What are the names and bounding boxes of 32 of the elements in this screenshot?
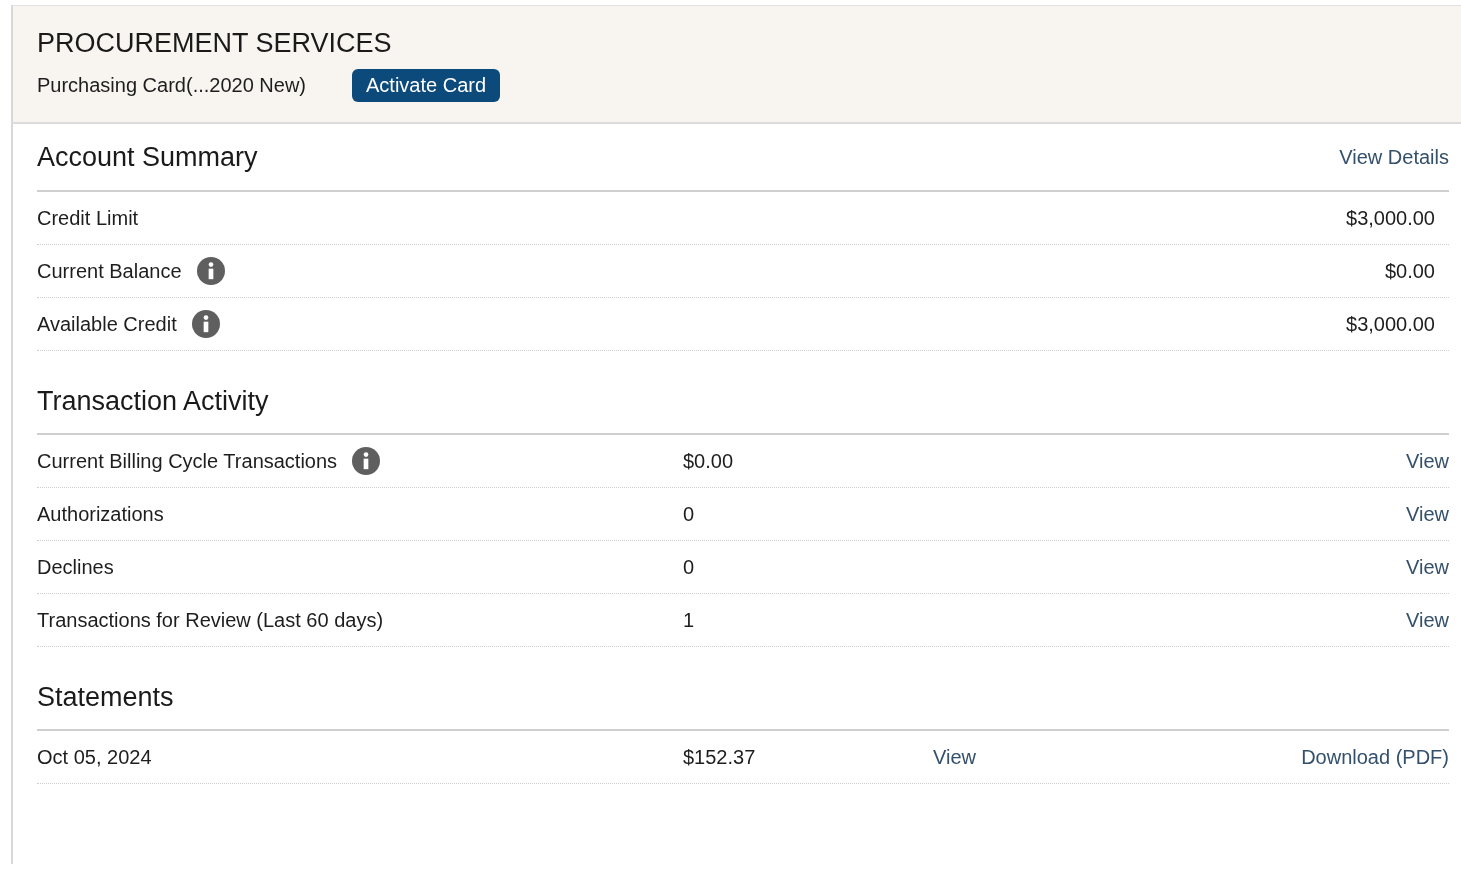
statement-amount: $152.37: [683, 745, 757, 769]
section-title: Statements: [37, 682, 174, 713]
section-title: Account Summary: [37, 141, 258, 173]
info-icon[interactable]: [352, 447, 381, 475]
row-value: 0: [683, 555, 695, 579]
statement-date: Oct 05, 2024: [37, 745, 152, 769]
row-label: Current Balance: [37, 259, 182, 283]
card-name: Purchasing Card(...2020 New): [37, 74, 306, 97]
view-link[interactable]: View: [1406, 449, 1449, 473]
activate-card-button[interactable]: Activate Card: [352, 69, 501, 102]
amount-value: $0.00: [1384, 259, 1435, 283]
row-value: $0.00: [683, 449, 734, 473]
amount-value: $3,000.00: [1346, 206, 1435, 230]
view-link[interactable]: View: [1406, 608, 1449, 632]
info-icon[interactable]: [196, 257, 225, 285]
row-label: Credit Limit: [37, 206, 139, 230]
row-label: Current Billing Cycle Transactions: [37, 449, 338, 473]
info-icon[interactable]: [191, 310, 220, 338]
row-value: 0: [683, 502, 695, 526]
view-link[interactable]: View: [933, 745, 976, 769]
amount-value: $3,000.00: [1346, 312, 1435, 336]
view-link[interactable]: View: [1406, 555, 1449, 579]
download-pdf-link[interactable]: Download (PDF): [1301, 745, 1449, 769]
section-title: Transaction Activity: [37, 386, 269, 417]
view-details-link[interactable]: View Details: [1339, 145, 1449, 169]
row-label: Authorizations: [37, 502, 164, 526]
row-label: Declines: [37, 555, 114, 579]
view-link[interactable]: View: [1406, 502, 1449, 526]
row-label: Transactions for Review (Last 60 days): [37, 608, 384, 632]
row-label: Available Credit: [37, 312, 177, 336]
row-value: 1: [683, 608, 695, 632]
page-title: PROCUREMENT SERVICES: [37, 28, 393, 59]
